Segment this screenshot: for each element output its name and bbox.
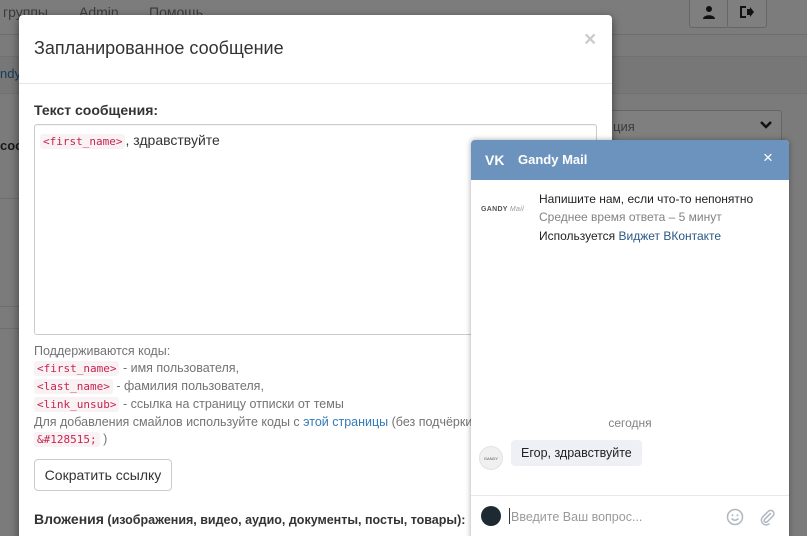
brand-logo-script: Mail <box>509 206 524 213</box>
code-tag: <last_name> <box>34 379 113 394</box>
smiles-page-link[interactable]: этой страницы <box>303 415 388 429</box>
date-separator: сегодня <box>608 416 652 430</box>
code-tag: <first_name> <box>40 134 126 149</box>
smiles-prefix: Для добавления смайлов используйте коды … <box>34 415 304 429</box>
vk-widget-link[interactable]: Виджет ВКонтакте <box>619 229 722 243</box>
smiles-example: &#128515; ) <box>34 432 108 447</box>
code-tag: <link_unsub> <box>34 397 120 412</box>
gandy-mail-logo: GANDY Mail <box>481 206 529 220</box>
code-help-link-unsub: <link_unsub> - ссылка на страницу отписк… <box>34 397 344 412</box>
close-icon[interactable]: × <box>763 149 773 166</box>
paperclip-icon[interactable] <box>758 508 776 526</box>
smiles-help: Для добавления смайлов используйте коды … <box>34 415 479 429</box>
question-input[interactable] <box>509 506 713 528</box>
code-desc: - ссылка на страницу отписки от темы <box>119 397 344 411</box>
vk-chat-widget: VK Gandy Mail × GANDY Mail Напишите нам,… <box>471 140 789 536</box>
vk-info-line-3: Используется Виджет ВКонтакте <box>539 229 721 243</box>
chat-message: Егор, здравствуйте <box>511 440 642 466</box>
message-text-body: , здравствуйте <box>125 132 220 148</box>
code-desc: - имя пользователя, <box>119 361 240 375</box>
emoji-icon[interactable] <box>726 508 744 526</box>
vk-input-bar <box>471 495 789 536</box>
smiles-suffix: (без подчёркив <box>388 415 479 429</box>
code-desc: - фамилия пользователя, <box>112 379 264 393</box>
message-label: Текст сообщения: <box>34 102 159 118</box>
text-cursor <box>509 508 510 524</box>
vk-widget-title: Gandy Mail <box>518 152 588 167</box>
modal-header: Запланированное сообщение × <box>19 15 612 84</box>
vk-widget-header: VK Gandy Mail × <box>471 140 789 180</box>
help-intro: Поддерживаются коды: <box>34 344 171 358</box>
close-icon[interactable]: × <box>584 29 596 50</box>
vk-info-line-2: Среднее время ответа – 5 минут <box>539 210 722 224</box>
code-tag: <first_name> <box>34 361 120 376</box>
attachments-title: Вложения <box>34 511 104 527</box>
code-help-last-name: <last_name> - фамилия пользователя, <box>34 379 264 394</box>
avatar <box>481 506 501 526</box>
modal-title: Запланированное сообщение <box>34 38 284 58</box>
code-tag: &#128515; <box>34 432 100 447</box>
avatar: GANDY <box>479 446 503 470</box>
message-text: <first_name>, здравствуйте <box>40 132 220 149</box>
brand-logo-text: GANDY <box>481 206 508 213</box>
attachments-label: Вложения (изображения, видео, аудио, док… <box>34 511 465 527</box>
code-help-first-name: <first_name> - имя пользователя, <box>34 361 240 376</box>
vk-logo-icon: VK <box>485 152 505 168</box>
vk-info-prefix: Используется <box>539 229 619 243</box>
vk-info-line-1: Напишите нам, если что-то непонятно <box>539 192 754 206</box>
attachments-subtitle: (изображения, видео, аудио, документы, п… <box>103 513 466 527</box>
smiles-end: ) <box>99 432 108 446</box>
shorten-link-button[interactable]: Сократить ссылку <box>34 459 172 491</box>
